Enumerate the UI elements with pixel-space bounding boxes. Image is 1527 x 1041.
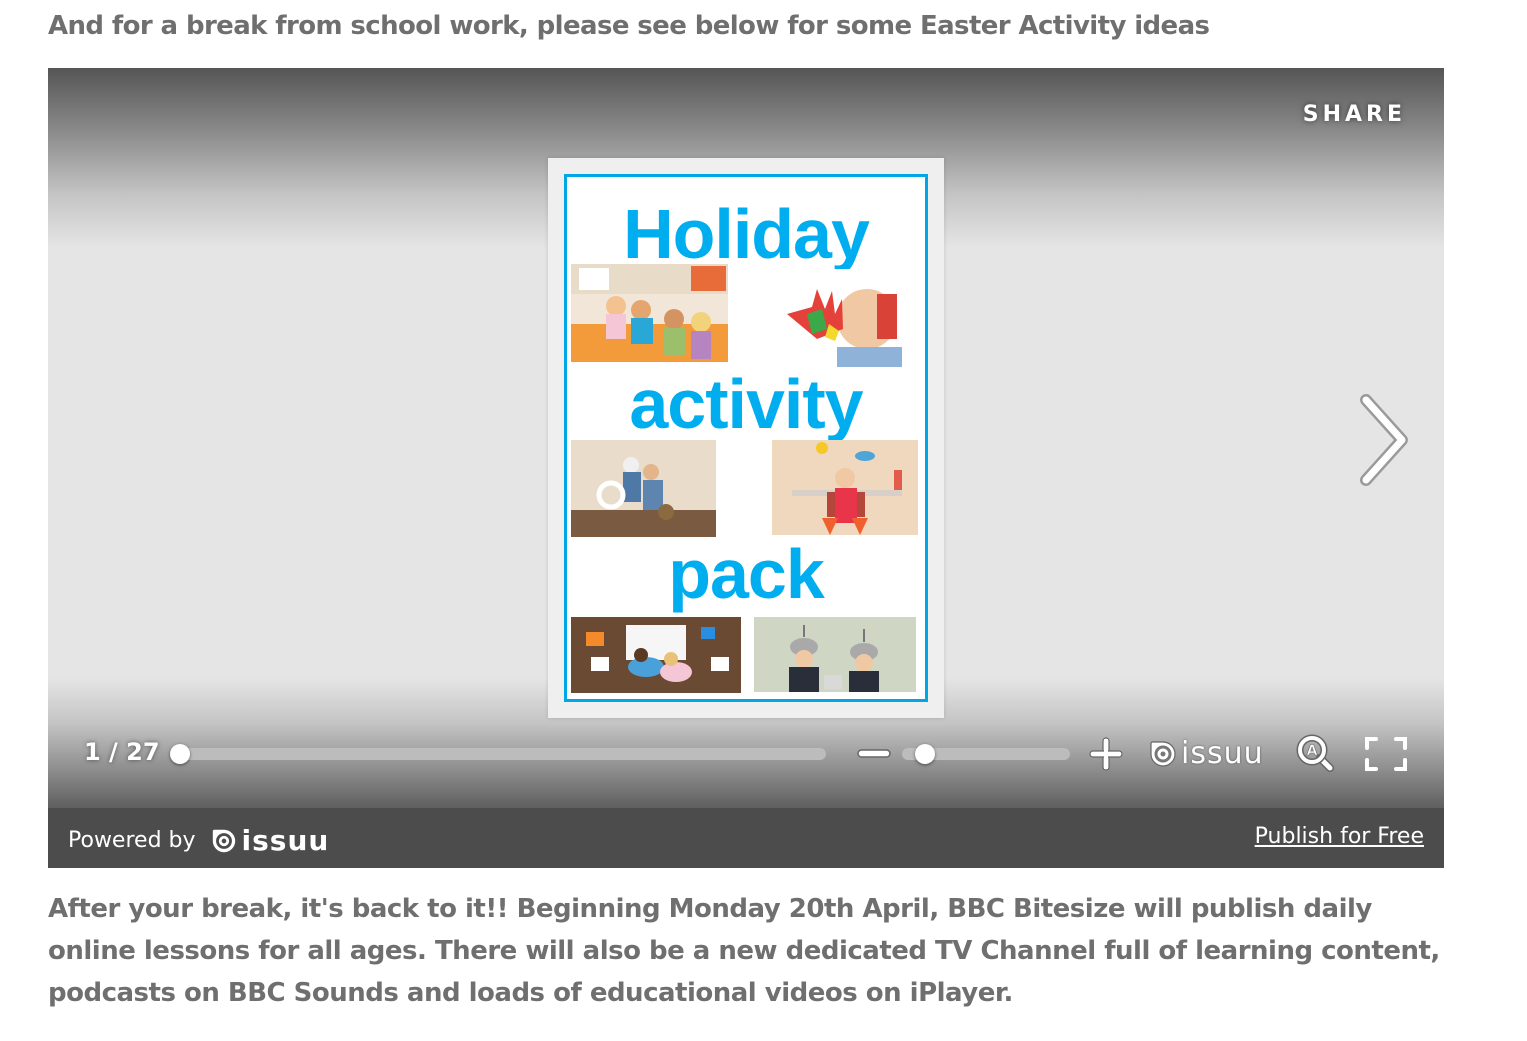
photo-kid-with-jetpack bbox=[772, 440, 918, 535]
issuu-document-viewer[interactable]: SHARE Holiday activity pack 1 / 27 issuu… bbox=[48, 68, 1444, 868]
cover-title-line-1: Holiday bbox=[623, 195, 870, 273]
photo-kids-with-telescopes bbox=[571, 440, 716, 537]
svg-text:A: A bbox=[1307, 743, 1318, 759]
next-page-button[interactable] bbox=[1356, 394, 1410, 486]
zoom-out-button[interactable] bbox=[856, 746, 892, 762]
photo-child-painted-hand bbox=[777, 269, 902, 367]
page-slider-handle[interactable] bbox=[170, 744, 190, 764]
zoom-slider-handle[interactable] bbox=[915, 744, 936, 764]
powered-by-issuu[interactable]: Powered by issuu bbox=[68, 824, 329, 857]
cover-title-line-3: pack bbox=[668, 535, 825, 613]
photo-kids-with-helmets bbox=[754, 617, 916, 692]
fullscreen-button[interactable] bbox=[1364, 736, 1408, 772]
issuu-logo-icon bbox=[212, 829, 235, 852]
publish-for-free-link[interactable]: Publish for Free bbox=[1255, 824, 1424, 849]
page-indicator: 1 / 27 bbox=[84, 738, 160, 766]
page-cover-frame: Holiday activity pack bbox=[564, 174, 928, 702]
share-button[interactable]: SHARE bbox=[1303, 102, 1406, 127]
issuu-wordmark: issuu bbox=[1181, 736, 1264, 771]
intro-text: And for a break from school work, please… bbox=[48, 11, 1210, 41]
outro-text: After your break, it's back to it!! Begi… bbox=[48, 894, 1440, 1008]
cover-title-line-2: activity bbox=[629, 365, 863, 443]
chevron-right-icon bbox=[1360, 394, 1408, 486]
issuu-logo-icon bbox=[1150, 740, 1176, 767]
document-page[interactable]: Holiday activity pack bbox=[548, 158, 944, 718]
powered-by-label: Powered by bbox=[68, 828, 196, 853]
issuu-brand-button[interactable]: issuu bbox=[1148, 736, 1264, 771]
reader-mode-magnifier-icon[interactable]: A bbox=[1296, 734, 1336, 774]
page-slider-track[interactable] bbox=[172, 748, 826, 760]
viewer-controls: 1 / 27 issuu A bbox=[48, 728, 1444, 778]
photo-kids-drawing-on-floor bbox=[571, 617, 741, 693]
issuu-wordmark: issuu bbox=[241, 824, 330, 857]
zoom-in-button[interactable] bbox=[1088, 736, 1124, 772]
photo-children-crafting bbox=[571, 264, 728, 362]
viewer-footer-bar: Powered by issuu Publish for Free bbox=[48, 808, 1444, 868]
